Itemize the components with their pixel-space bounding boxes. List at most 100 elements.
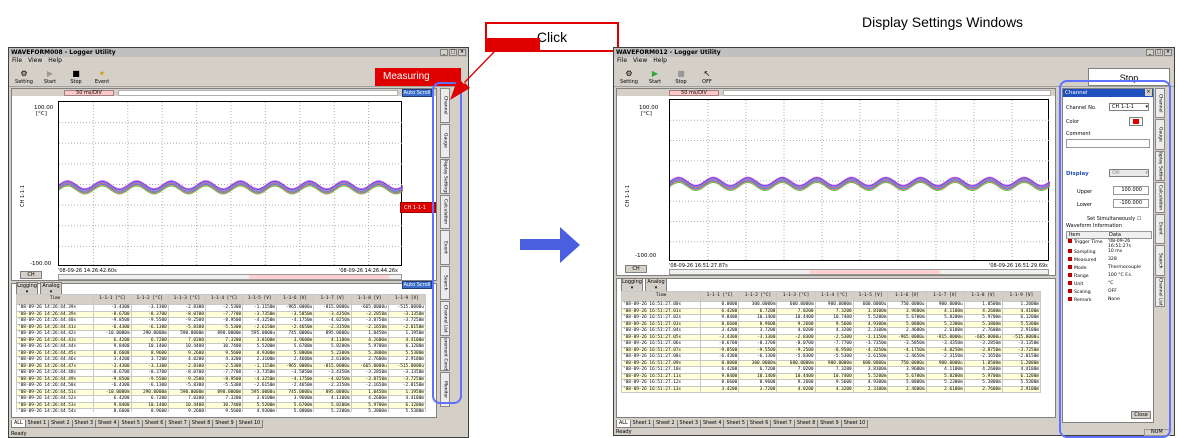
column-header[interactable]: 1-1-5 [V] — [242, 294, 278, 305]
ch-button[interactable]: CH — [20, 271, 42, 279]
table-cell: 5.0800m — [276, 408, 315, 412]
column-header[interactable]: 1-1-5 [V] — [852, 291, 889, 302]
start-button[interactable]: ▶ Start — [644, 65, 666, 86]
menu-view[interactable]: View — [633, 57, 647, 65]
right-waveform-plot — [669, 99, 1050, 262]
menu-file[interactable]: File — [617, 57, 627, 65]
auto-scroll-list-button[interactable]: Auto Scroll — [402, 280, 432, 289]
analog-select[interactable]: Analog ▾ — [645, 277, 667, 292]
column-header[interactable]: 1-1-3 [°C] — [776, 291, 816, 302]
column-header[interactable]: 1-1-8 [V] — [963, 291, 1003, 302]
left-data-table: Time 1-1-1 [°C] 1-1-2 [°C] 1-1-3 [°C] 1-1-4 … — [16, 294, 426, 412]
minimize-button[interactable]: _ — [1146, 49, 1154, 56]
column-header[interactable]: 1-1-1 [°C] — [700, 291, 740, 302]
right-waveform-svg — [670, 100, 1050, 262]
column-header[interactable]: 1-1-6 [V] — [887, 291, 927, 302]
maximize-button[interactable]: □ — [1155, 49, 1163, 56]
column-header[interactable]: 1-1-1 [°C] — [93, 294, 132, 305]
left-list-bar: Logging ▾ Analog ▾ Auto Scroll — [12, 280, 436, 296]
table-row[interactable]: '08-09-26 14:26:44.54s 8.6600 8.9600 9.2600… — [16, 408, 426, 412]
table-cell: 4.3200 — [814, 385, 854, 393]
pointer-button[interactable]: ↖ OFF — [696, 65, 718, 86]
setting-button[interactable]: ⚙ Setting — [13, 65, 35, 86]
click-arrow-bar — [485, 38, 540, 52]
sheet-tab[interactable]: Sheet 3 — [71, 420, 96, 428]
menu-view[interactable]: View — [28, 57, 42, 65]
column-header[interactable]: 1-1-9 [V] — [1001, 291, 1041, 302]
column-header[interactable]: Time — [16, 294, 95, 305]
stop-button[interactable]: ■ Stop — [65, 65, 87, 86]
sheet-tab[interactable]: Sheet 1 — [24, 420, 50, 428]
play-icon: ▶ — [46, 69, 54, 78]
menu-help[interactable]: Help — [653, 57, 667, 65]
close-button[interactable]: × — [1164, 49, 1172, 56]
table-cell: 9.2600 — [167, 408, 206, 412]
sheet-tab[interactable]: Sheet 1 — [629, 420, 655, 428]
event-icon: ✦ — [98, 69, 106, 78]
time-div-display[interactable]: 50 ms/DIV — [669, 89, 719, 96]
stop-button[interactable]: ■ Stop — [670, 65, 692, 86]
column-header[interactable]: Time — [621, 291, 702, 302]
table-cell: 2.3100m — [852, 385, 889, 393]
column-header[interactable]: 1-1-4 [°C] — [204, 294, 244, 305]
column-header[interactable]: 1-1-7 [V] — [925, 291, 965, 302]
right-graph-scrollbar[interactable] — [669, 269, 1049, 275]
y-axis-unit: [°C] — [36, 111, 47, 117]
menu-help[interactable]: Help — [48, 57, 62, 65]
column-header[interactable]: 1-1-6 [V] — [276, 294, 315, 305]
right-titlebar: WAVEFORM012 - Logger Utility _ □ × — [614, 48, 1174, 57]
transition-arrow — [520, 227, 580, 263]
sheet-tab[interactable]: Sheet 9 — [212, 420, 237, 428]
setting-button[interactable]: ⚙ Setting — [618, 65, 640, 86]
column-header[interactable]: 1-1-8 [V] — [350, 294, 389, 305]
click-arrow — [450, 36, 540, 100]
y-axis-unit: [°C] — [641, 111, 652, 117]
column-header[interactable]: 1-1-4 [°C] — [814, 291, 854, 302]
sheet-tab[interactable]: ALL — [616, 420, 631, 428]
sheet-tab[interactable]: Sheet 2 — [48, 420, 73, 428]
sheet-tab[interactable]: Sheet 7 — [165, 420, 190, 428]
time-ruler[interactable] — [723, 89, 1051, 96]
time-ruler[interactable] — [118, 89, 398, 96]
table-cell: 9.5600 — [204, 408, 244, 412]
event-button[interactable]: ✦ Event — [91, 65, 113, 86]
ch-button[interactable]: CH — [625, 265, 647, 273]
sheet-tab[interactable]: Sheet 8 — [188, 420, 214, 428]
left-titlebar: WAVEFORM008 - Logger Utility _ □ × — [9, 48, 468, 57]
sheet-tab[interactable]: Sheet 2 — [653, 420, 678, 428]
sheet-tab[interactable]: Sheet 5 — [723, 420, 748, 428]
logging-select[interactable]: Logging ▾ — [621, 277, 643, 292]
sheet-tab[interactable]: Sheet 6 — [746, 420, 772, 428]
sheet-tab[interactable]: ALL — [11, 420, 26, 428]
column-header[interactable]: 1-1-2 [°C] — [738, 291, 778, 302]
time-div-display[interactable]: 50 ms/DIV — [64, 89, 114, 96]
column-header[interactable]: 1-1-2 [°C] — [130, 294, 169, 305]
pointer-label: OFF — [702, 79, 712, 85]
sheet-tab[interactable]: Sheet 7 — [770, 420, 795, 428]
sheet-tab[interactable]: Sheet 10 — [235, 420, 264, 428]
table-cell: 8.6600 — [93, 408, 132, 412]
scroll-range — [249, 275, 389, 279]
sheet-tab[interactable]: Sheet 9 — [817, 420, 842, 428]
sheet-tab[interactable]: Sheet 4 — [700, 420, 725, 428]
column-header[interactable]: 1-1-9 [V] — [387, 294, 426, 305]
sheet-tab[interactable]: Sheet 4 — [95, 420, 120, 428]
sheet-tab[interactable]: Sheet 6 — [141, 420, 167, 428]
sheet-tab[interactable]: Sheet 8 — [793, 420, 819, 428]
sheet-tab[interactable]: Sheet 5 — [118, 420, 143, 428]
pointer-icon: ↖ — [703, 69, 711, 78]
auto-scroll-button[interactable]: Auto Scroll — [402, 88, 432, 97]
sheet-tab[interactable]: Sheet 3 — [676, 420, 701, 428]
setting-icon: ⚙ — [20, 69, 28, 78]
menu-file[interactable]: File — [12, 57, 22, 65]
start-button[interactable]: ▶ Start — [39, 65, 61, 86]
logging-text: Logging — [622, 278, 642, 285]
table-cell: 3.4200 — [700, 385, 740, 393]
sheet-tab[interactable]: Sheet 10 — [840, 420, 869, 428]
left-graph-scrollbar[interactable] — [58, 274, 402, 280]
table-row[interactable]: '08-09-26 16:51:27.13s 3.4200 3.7200 4.0200… — [621, 385, 1041, 393]
y-axis-bottom: -100.00 — [635, 253, 657, 259]
stop-label: Stop — [70, 79, 82, 85]
column-header[interactable]: 1-1-7 [V] — [313, 294, 352, 305]
column-header[interactable]: 1-1-3 [°C] — [167, 294, 206, 305]
